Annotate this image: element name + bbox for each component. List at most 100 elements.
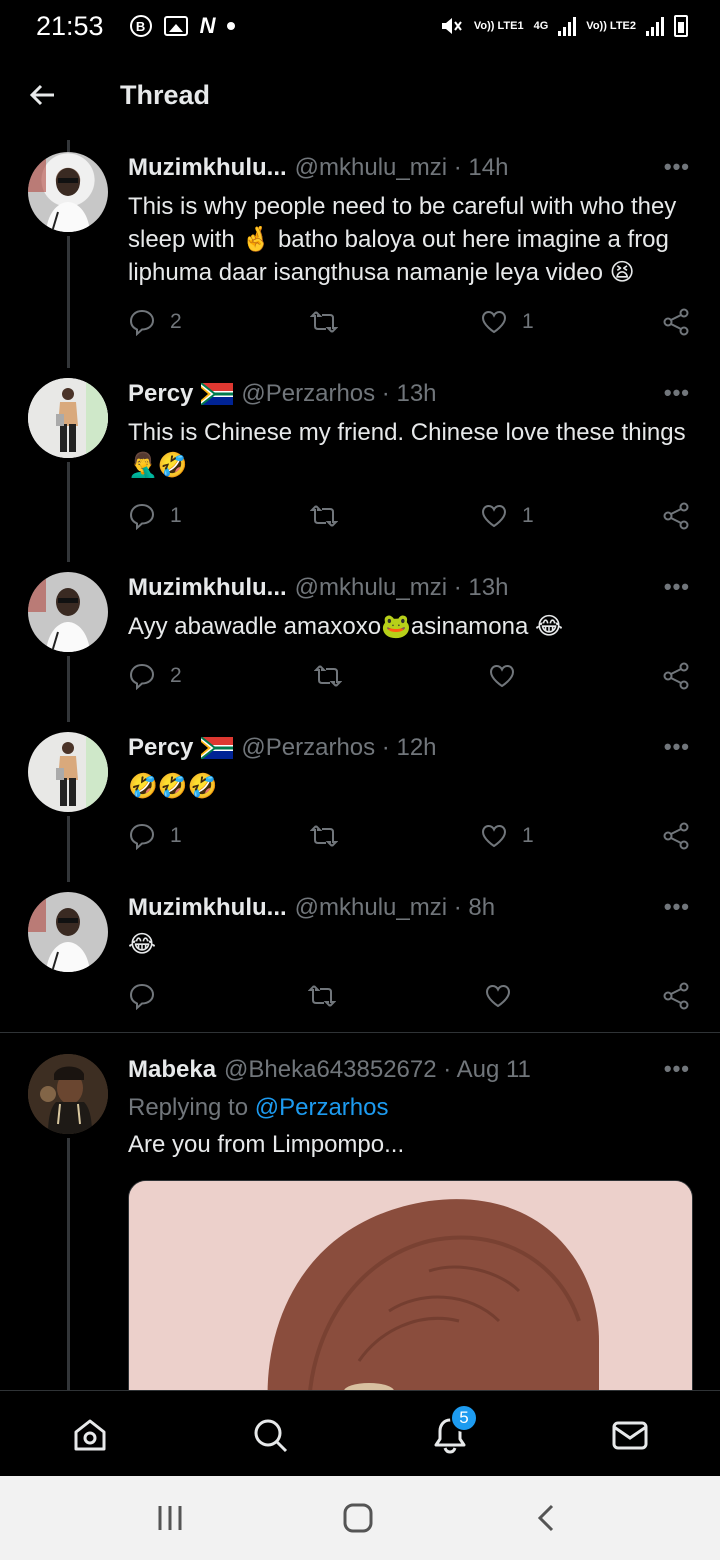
retweet-icon	[308, 985, 336, 1007]
author-name[interactable]: Muzimkhulu...	[128, 574, 287, 602]
retweet-button[interactable]	[310, 502, 352, 530]
author-handle[interactable]: @mkhulu_mzi · 8h	[295, 894, 495, 922]
bottom-navigation	[0, 1390, 720, 1476]
media-photo	[129, 1181, 692, 1419]
recent-apps-icon[interactable]	[154, 1502, 186, 1534]
mute-icon	[441, 18, 462, 34]
tweet-actions: 1 1	[128, 502, 698, 532]
thread-line	[67, 656, 70, 722]
like-button[interactable]	[484, 982, 512, 1010]
battery-icon	[674, 15, 688, 37]
thread-line	[67, 1138, 70, 1390]
author-handle[interactable]: @Bheka643852672 · Aug 11	[224, 1056, 531, 1084]
notification-count-badge: 5	[450, 1404, 478, 1432]
dot-icon	[227, 22, 236, 30]
author-handle[interactable]: @Perzarhos · 13h	[241, 380, 436, 408]
author-name[interactable]: Mabeka	[128, 1056, 216, 1084]
author-handle[interactable]: @Perzarhos · 12h	[241, 734, 436, 762]
more-options-icon[interactable]: •••	[664, 734, 690, 760]
retweet-button[interactable]	[310, 822, 338, 850]
more-options-icon[interactable]: •••	[664, 574, 690, 600]
author-handle[interactable]: @mkhulu_mzi · 13h	[295, 574, 509, 602]
section-divider	[0, 1032, 720, 1033]
share-icon	[663, 982, 689, 1010]
share-icon	[663, 822, 689, 850]
search-icon[interactable]	[250, 1415, 290, 1455]
tweet-text: This is why people need to be careful wi…	[128, 193, 677, 286]
tweet-text: 😂	[128, 931, 157, 958]
retweet-button[interactable]	[314, 662, 342, 690]
heart-icon	[481, 824, 507, 848]
reply-button[interactable]: 1	[128, 822, 182, 850]
avatar[interactable]	[28, 572, 108, 652]
signal-icon	[646, 16, 664, 36]
retweet-icon	[314, 665, 342, 687]
author-name[interactable]: Percy	[128, 380, 193, 408]
messages-icon[interactable]	[610, 1415, 650, 1455]
tweet-text: 🤣🤣🤣	[128, 773, 218, 800]
share-button[interactable]	[662, 502, 690, 530]
like-button[interactable]: 1	[480, 308, 534, 336]
share-button[interactable]	[662, 822, 690, 850]
thread-header: Thread	[0, 52, 720, 140]
avatar[interactable]	[28, 732, 108, 812]
reply-button[interactable]: 2	[128, 308, 182, 336]
avatar[interactable]	[28, 1054, 108, 1134]
more-options-icon[interactable]: •••	[664, 154, 690, 180]
like-button[interactable]: 1	[480, 502, 534, 530]
reply-button[interactable]: 2	[128, 662, 182, 690]
avatar[interactable]	[28, 892, 108, 972]
heart-icon	[481, 504, 507, 528]
avatar[interactable]	[28, 378, 108, 458]
like-button[interactable]: 1	[480, 822, 534, 850]
author-name[interactable]: Percy	[128, 734, 193, 762]
home-icon[interactable]	[70, 1415, 110, 1455]
back-arrow-icon[interactable]	[28, 80, 58, 110]
4g-tag: 4G	[533, 19, 549, 32]
thread-line	[67, 816, 70, 882]
author-name[interactable]: Muzimkhulu...	[128, 894, 287, 922]
thread-line	[67, 140, 70, 152]
tweet-media-image[interactable]	[128, 1180, 693, 1420]
like-count: 1	[522, 824, 534, 847]
more-options-icon[interactable]: •••	[664, 1056, 690, 1082]
reply-count: 1	[170, 824, 182, 847]
system-back-icon[interactable]	[532, 1502, 560, 1534]
tweet-actions: 2	[128, 662, 698, 692]
avatar[interactable]	[28, 152, 108, 232]
replying-to-link[interactable]: @Perzarhos	[255, 1094, 389, 1121]
status-time: 21:53	[36, 10, 104, 41]
home-button-icon[interactable]	[342, 1502, 374, 1534]
more-options-icon[interactable]: •••	[664, 894, 690, 920]
signal-icon	[558, 16, 577, 36]
share-icon	[663, 308, 689, 336]
status-bar: 21:53 B N Vo)) LTE1 4G Vo)) LTE2	[0, 0, 720, 52]
reply-button[interactable]	[128, 982, 156, 1010]
retweet-icon	[310, 505, 338, 527]
share-icon	[663, 662, 689, 690]
heart-icon	[481, 310, 507, 334]
like-button[interactable]	[488, 662, 516, 690]
tweet-text: Ayy abawadle amaxoxo🐸asinamona 😂	[128, 613, 564, 640]
heart-icon	[489, 664, 515, 688]
author-name[interactable]: Muzimkhulu...	[128, 154, 287, 182]
reply-count: 2	[170, 664, 182, 687]
share-button[interactable]	[662, 308, 690, 336]
retweet-button[interactable]	[308, 982, 336, 1010]
like-count: 1	[522, 310, 534, 333]
retweet-button[interactable]	[310, 308, 352, 336]
reply-count: 2	[170, 310, 182, 333]
more-options-icon[interactable]: •••	[664, 380, 690, 406]
tweet-actions	[128, 982, 698, 1012]
lte1-tag: Vo)) LTE1	[473, 19, 524, 32]
reply-icon	[129, 309, 155, 336]
reply-icon	[129, 823, 155, 850]
author-handle[interactable]: @mkhulu_mzi · 14h	[295, 154, 509, 182]
share-button[interactable]	[662, 982, 690, 1010]
south-africa-flag-icon	[201, 737, 234, 759]
b-icon: B	[129, 15, 152, 37]
reply-button[interactable]: 1	[128, 502, 182, 530]
tweet-text: Are you from Limpompo...	[128, 1131, 405, 1158]
thread-line	[67, 236, 70, 368]
share-button[interactable]	[662, 662, 690, 690]
